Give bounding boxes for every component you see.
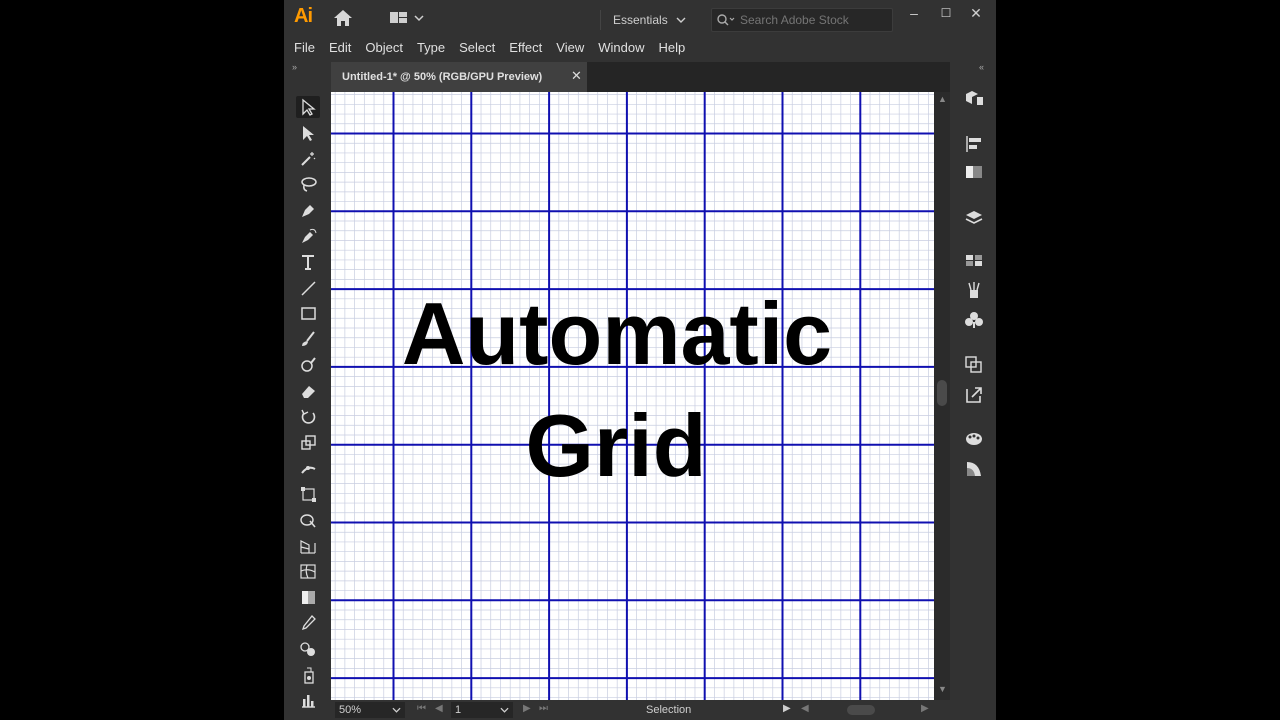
search-input[interactable] — [738, 13, 892, 27]
arrange-documents-icon[interactable] — [388, 10, 428, 26]
mesh-tool-icon[interactable] — [296, 560, 320, 582]
transparency-icon[interactable] — [963, 458, 985, 478]
rotate-tool-icon[interactable] — [296, 406, 320, 428]
direct-selection-tool-icon[interactable] — [296, 122, 320, 144]
menu-file[interactable]: File — [294, 40, 315, 55]
expand-panels-icon[interactable]: « — [979, 62, 984, 72]
swatches-icon[interactable] — [963, 250, 985, 270]
shape-builder-tool-icon[interactable] — [296, 509, 320, 531]
scroll-right-icon[interactable]: ▶ — [921, 703, 929, 714]
menu-type[interactable]: Type — [417, 40, 445, 55]
menu-select[interactable]: Select — [459, 40, 495, 55]
curvature-tool-icon[interactable] — [296, 225, 320, 247]
menu-effect[interactable]: Effect — [509, 40, 542, 55]
menu-edit[interactable]: Edit — [329, 40, 351, 55]
magic-wand-tool-icon[interactable] — [296, 148, 320, 170]
scroll-up-icon[interactable]: ▲ — [938, 94, 947, 104]
document-tab-bar: Untitled-1* @ 50% (RGB/GPU Preview) ✕ — [331, 62, 950, 92]
layers-icon[interactable] — [963, 208, 985, 228]
stock-search[interactable] — [711, 8, 893, 32]
document-tab[interactable]: Untitled-1* @ 50% (RGB/GPU Preview) ✕ — [331, 62, 587, 92]
status-menu-icon[interactable]: ▶ — [783, 703, 791, 714]
libraries-icon[interactable] — [963, 88, 985, 108]
previous-artboard-icon[interactable]: ◀ — [435, 703, 443, 714]
artboard-canvas[interactable]: Automatic Grid — [331, 92, 934, 700]
minimize-button[interactable]: – — [902, 4, 926, 22]
width-tool-icon[interactable] — [296, 457, 320, 479]
scale-tool-icon[interactable] — [296, 431, 320, 453]
app-logo: Ai — [294, 5, 313, 27]
menu-window[interactable]: Window — [598, 40, 644, 55]
next-artboard-icon[interactable]: ▶ — [523, 703, 531, 714]
perspective-grid-tool-icon[interactable] — [296, 535, 320, 557]
chevron-down-icon — [500, 707, 509, 713]
zoom-value: 50% — [339, 704, 362, 716]
tools-panel: » — [284, 62, 330, 720]
artwork-layer: Automatic Grid — [402, 284, 832, 495]
chevron-down-icon — [676, 17, 686, 23]
shaper-tool-icon[interactable] — [296, 354, 320, 376]
workspace-label: Essentials — [613, 13, 668, 27]
eraser-tool-icon[interactable] — [296, 380, 320, 402]
close-button[interactable]: ✕ — [964, 4, 988, 22]
column-graph-tool-icon[interactable] — [296, 689, 320, 711]
current-tool-label: Selection — [646, 704, 692, 716]
horizontal-scroll-thumb[interactable] — [847, 705, 875, 715]
document-tab-label: Untitled-1* @ 50% (RGB/GPU Preview) — [342, 71, 543, 83]
zoom-select[interactable]: 50% — [335, 702, 405, 718]
selection-tool-icon[interactable] — [296, 96, 320, 118]
type-tool-icon[interactable] — [296, 251, 320, 273]
gradient-panel-icon[interactable] — [963, 162, 985, 182]
chevron-down-icon — [392, 707, 401, 713]
menu-help[interactable]: Help — [658, 40, 685, 55]
eyedropper-tool-icon[interactable] — [296, 612, 320, 634]
scroll-down-icon[interactable]: ▼ — [938, 684, 947, 694]
rectangle-tool-icon[interactable] — [296, 302, 320, 324]
title-bar: Ai Essentials – ☐ ✕ — [284, 0, 996, 36]
search-icon — [717, 14, 735, 26]
symbol-sprayer-tool-icon[interactable] — [296, 664, 320, 686]
headline-line1[interactable]: Automatic — [402, 284, 832, 383]
illustrator-window: Ai Essentials – ☐ ✕ File Edit Object Typ — [284, 0, 996, 720]
line-segment-tool-icon[interactable] — [296, 277, 320, 299]
lasso-tool-icon[interactable] — [296, 173, 320, 195]
panel-dock: « — [951, 62, 996, 720]
artboard-number: 1 — [455, 704, 462, 716]
gradient-tool-icon[interactable] — [296, 586, 320, 608]
menu-bar: File Edit Object Type Select Effect View… — [284, 36, 996, 58]
first-artboard-icon[interactable]: ⏮ — [417, 703, 426, 714]
export-icon[interactable] — [963, 384, 985, 404]
vertical-scrollbar[interactable]: ▲ ▼ — [934, 92, 950, 700]
menu-object[interactable]: Object — [365, 40, 403, 55]
close-tab-icon[interactable]: ✕ — [571, 68, 582, 84]
status-bar: 50% ⏮ ◀ 1 ▶ ⏭ Selection ▶ ◀ ▶ — [331, 700, 950, 720]
pen-tool-icon[interactable] — [296, 199, 320, 221]
color-themes-icon[interactable] — [963, 428, 985, 448]
artboard-number-select[interactable]: 1 — [451, 702, 513, 718]
headline-line2[interactable]: Grid — [526, 396, 707, 495]
last-artboard-icon[interactable]: ⏭ — [539, 703, 548, 714]
maximize-button[interactable]: ☐ — [934, 4, 958, 22]
paintbrush-tool-icon[interactable] — [296, 328, 320, 350]
menu-view[interactable]: View — [556, 40, 584, 55]
blend-tool-icon[interactable] — [296, 638, 320, 660]
collapse-toolbar-icon[interactable]: » — [292, 62, 297, 72]
brushes-icon[interactable] — [963, 280, 985, 300]
workspace-switcher[interactable]: Essentials — [600, 10, 686, 30]
home-icon[interactable] — [332, 8, 354, 28]
transform-icon[interactable] — [963, 354, 985, 374]
vertical-scroll-thumb[interactable] — [937, 380, 947, 406]
symbols-icon[interactable] — [963, 310, 985, 330]
align-icon[interactable] — [963, 134, 985, 154]
free-transform-tool-icon[interactable] — [296, 483, 320, 505]
scroll-left-icon[interactable]: ◀ — [801, 703, 809, 714]
